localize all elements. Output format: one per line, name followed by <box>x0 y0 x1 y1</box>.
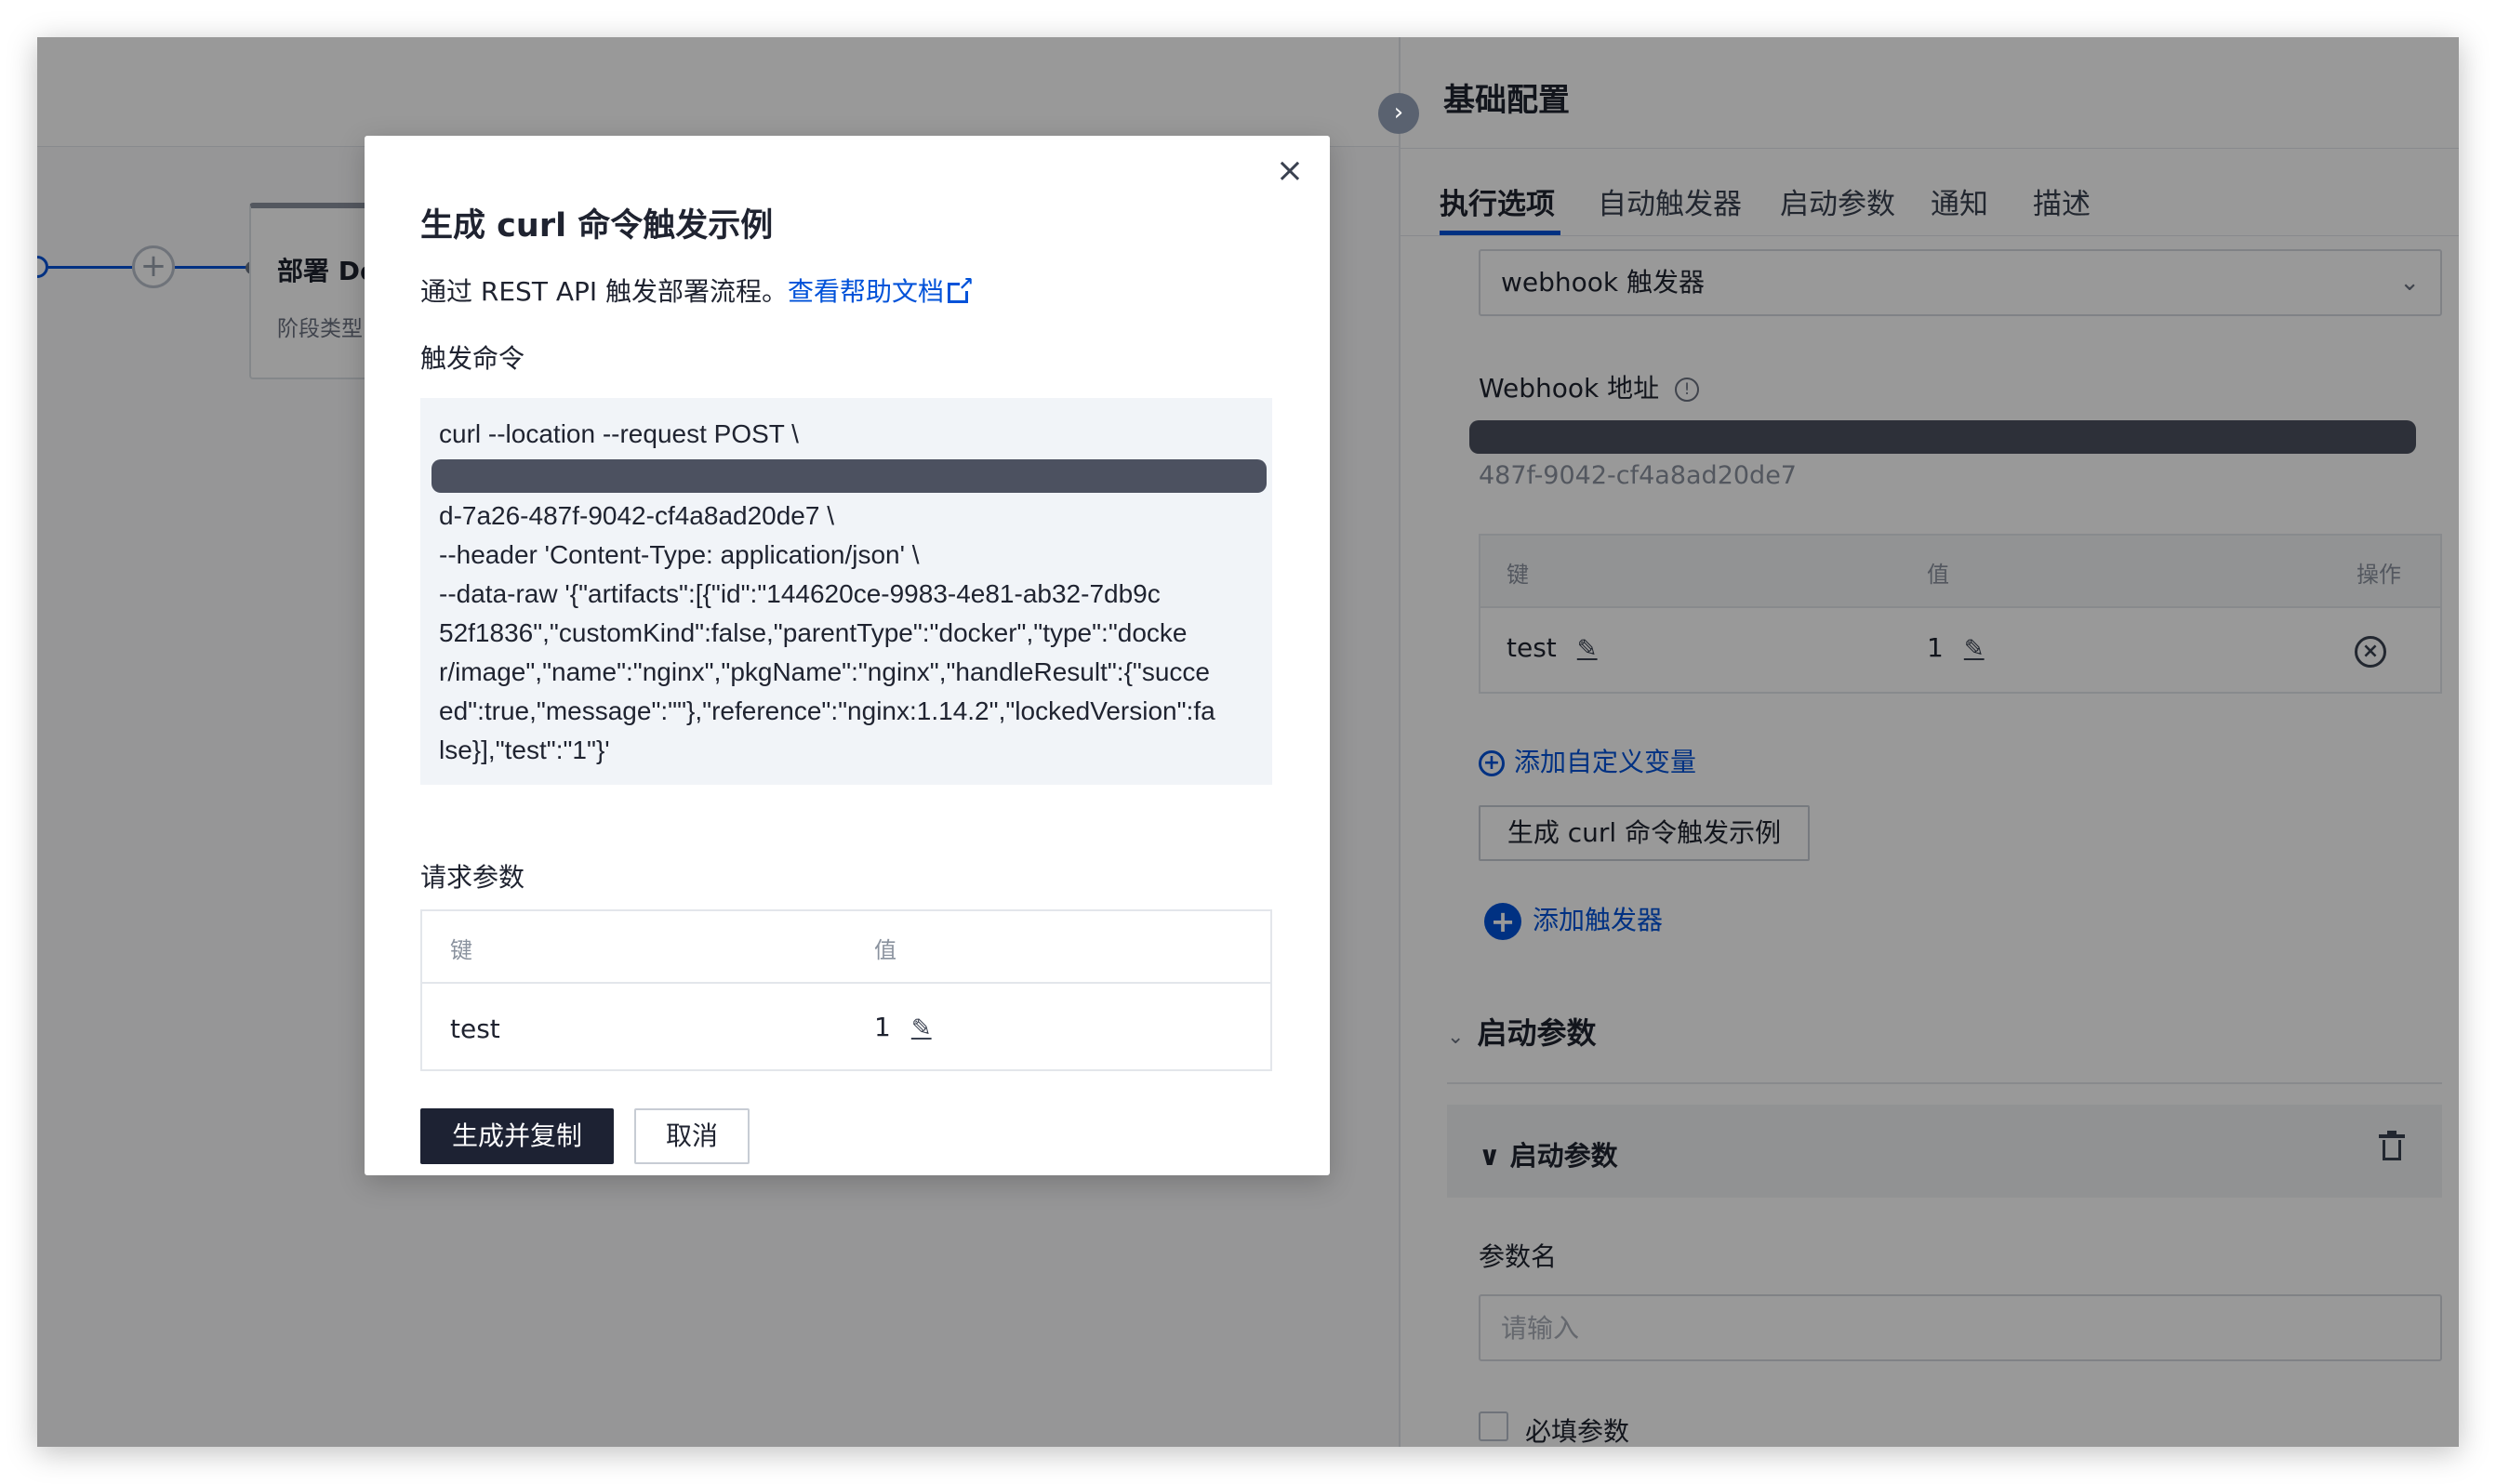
external-link-icon[interactable] <box>948 272 974 303</box>
column-header-value: 值 <box>874 937 896 963</box>
command-line: ed":true,"message":""},"reference":"ngin… <box>439 696 1215 725</box>
generate-copy-button[interactable]: 生成并复制 <box>420 1108 614 1164</box>
command-label: 触发命令 <box>420 343 525 374</box>
description-text: 通过 REST API 触发部署流程。 <box>420 276 789 307</box>
redacted-url <box>431 459 1267 493</box>
modal-description: 通过 REST API 触发部署流程。查看帮助文档 <box>420 272 974 309</box>
edit-icon[interactable]: ✎ <box>911 1014 932 1042</box>
curl-command-box: curl --location --request POST \ d-7a26-… <box>420 398 1272 785</box>
command-line: d-7a26-487f-9042-cf4a8ad20de7 \ <box>439 501 835 530</box>
param-value: 1 ✎ <box>874 1012 932 1042</box>
command-line: 52f1836","customKind":false,"parentType"… <box>439 618 1188 647</box>
param-value-text: 1 <box>874 1012 891 1042</box>
modal-title: 生成 curl 命令触发示例 <box>420 207 774 245</box>
param-key: test <box>450 1014 500 1044</box>
column-header-key: 键 <box>450 937 472 963</box>
command-line: r/image","name":"nginx","pkgName":"nginx… <box>439 657 1211 686</box>
command-line: curl --location --request POST \ <box>439 419 799 448</box>
close-icon[interactable]: × <box>1276 152 1304 190</box>
cancel-button[interactable]: 取消 <box>634 1108 750 1164</box>
help-doc-link[interactable]: 查看帮助文档 <box>788 276 944 307</box>
request-params-table: 键 值 test 1 ✎ <box>420 909 1272 1071</box>
command-line: --header 'Content-Type: application/json… <box>439 540 920 569</box>
params-label: 请求参数 <box>420 862 525 893</box>
table-header: 键 值 <box>422 911 1270 984</box>
app-window: + 部署 De 阶段类型 › 基础配置 执行选项 自动触发器 启动参数 通知 描… <box>37 37 2459 1447</box>
curl-example-modal: × 生成 curl 命令触发示例 通过 REST API 触发部署流程。查看帮助… <box>365 136 1330 1175</box>
command-line: lse}],"test":"1"}' <box>439 735 610 764</box>
collapse-drawer-icon[interactable]: › <box>1378 93 1419 134</box>
command-line: --data-raw '{"artifacts":[{"id":"144620c… <box>439 579 1161 608</box>
